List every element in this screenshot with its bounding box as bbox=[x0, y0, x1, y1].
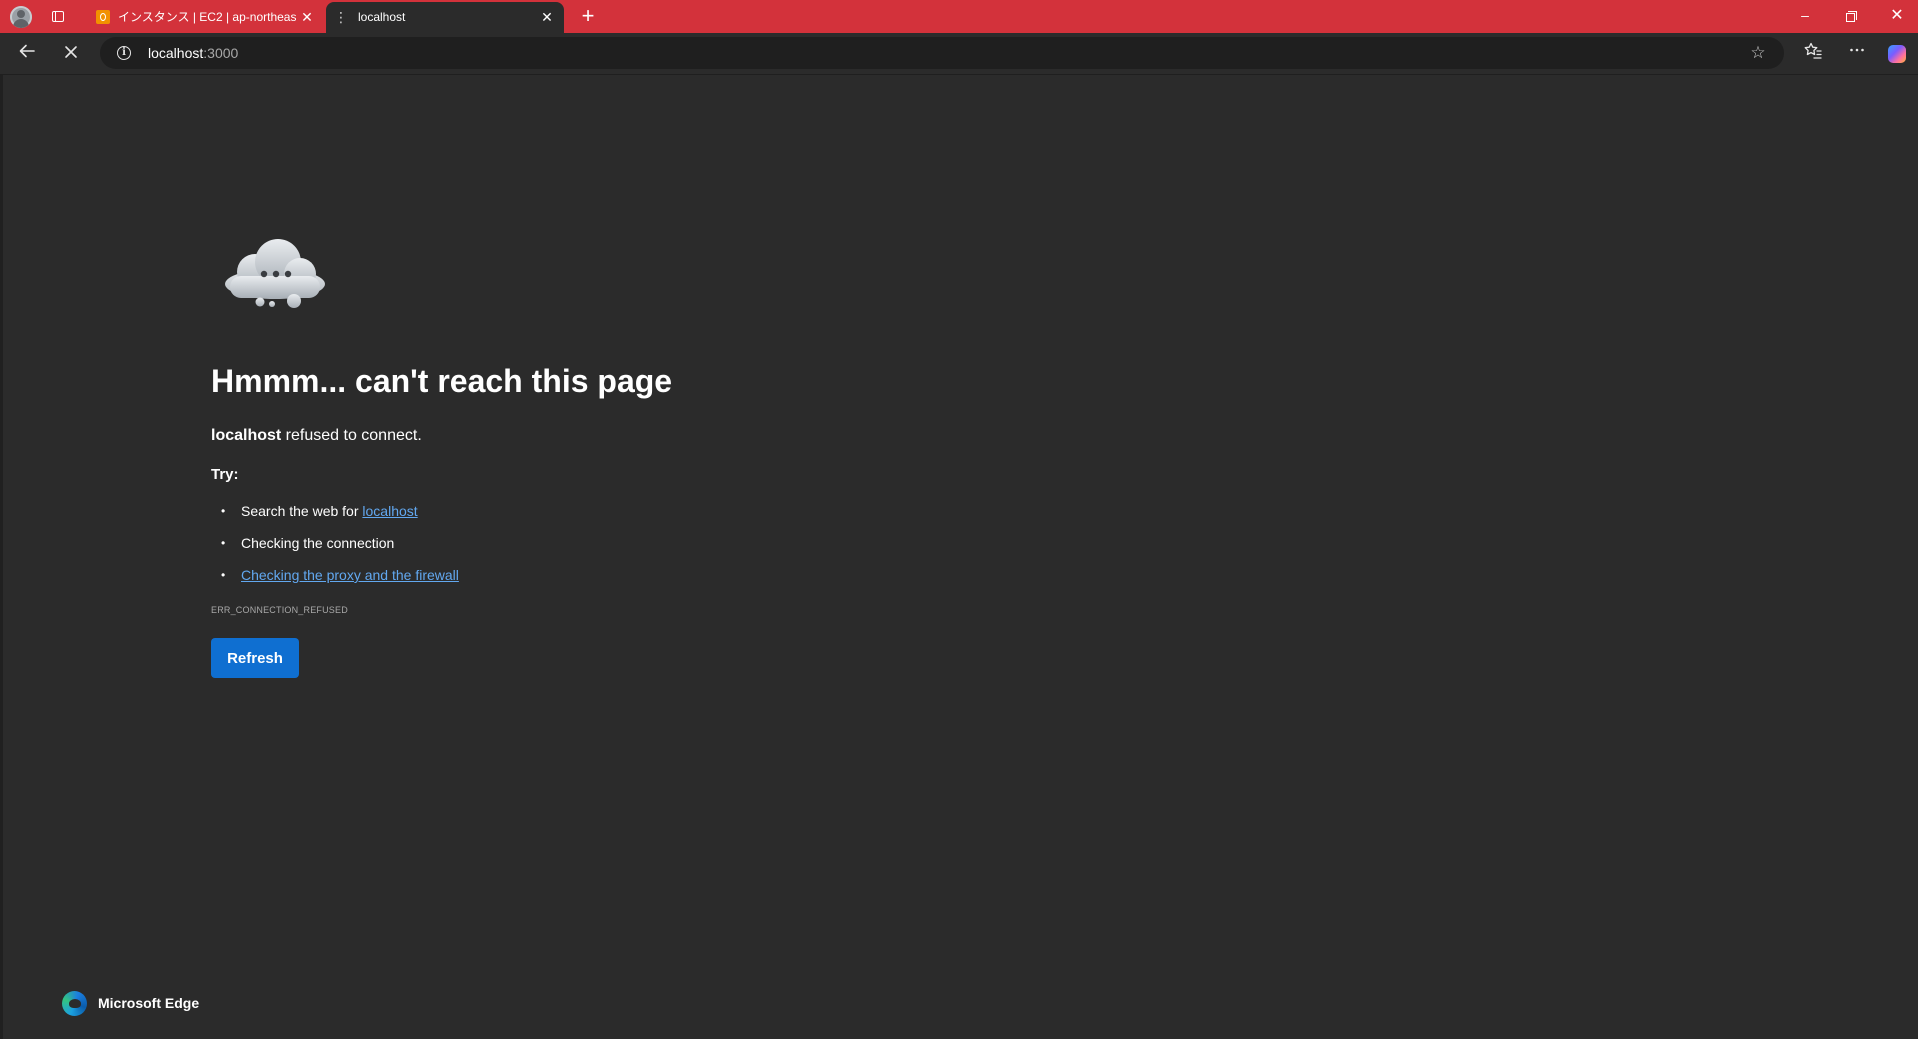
profile-body bbox=[13, 19, 29, 28]
restore-button[interactable] bbox=[1828, 0, 1874, 33]
suggestions-list: Search the web for localhost Checking th… bbox=[211, 495, 459, 591]
tab-actions-bar bbox=[52, 11, 56, 22]
more-options-icon bbox=[1850, 48, 1864, 52]
new-tab-button[interactable]: + bbox=[577, 5, 599, 27]
close-window-button[interactable]: ✕ bbox=[1874, 0, 1918, 33]
try-label: Try: bbox=[211, 466, 239, 483]
error-message-text: refused to connect. bbox=[281, 427, 422, 444]
suggestion-proxy-firewall: Checking the proxy and the firewall bbox=[211, 559, 459, 591]
tab-localhost[interactable]: ⋮ localhost ✕ bbox=[326, 2, 564, 33]
close-tab-icon[interactable]: ✕ bbox=[540, 2, 554, 33]
loading-dots-icon: ⋮ bbox=[334, 9, 348, 25]
error-message: localhost refused to connect. bbox=[211, 427, 422, 445]
error-code: ERR_CONNECTION_REFUSED bbox=[211, 605, 348, 615]
tab-strip: インスタンス | EC2 | ap-northeast-1 ✕ ⋮ localh… bbox=[0, 0, 1918, 33]
tab-actions-menu-icon[interactable] bbox=[48, 7, 68, 27]
edge-logo-icon bbox=[62, 991, 87, 1016]
error-headline: Hmmm... can't reach this page bbox=[211, 363, 673, 399]
profile-avatar-icon[interactable] bbox=[10, 6, 32, 28]
navigation-toolbar: i localhost:3000 ☆ bbox=[0, 33, 1918, 75]
favorites-button[interactable] bbox=[1800, 41, 1826, 67]
tab-ec2-instances[interactable]: インスタンス | EC2 | ap-northeast-1 ✕ bbox=[88, 2, 324, 33]
error-page: Hmmm... can't reach this page localhost … bbox=[0, 75, 1918, 1039]
stop-icon bbox=[65, 46, 77, 58]
settings-menu-button[interactable] bbox=[1844, 41, 1870, 67]
stop-loading-button[interactable] bbox=[58, 41, 84, 67]
url-text[interactable]: localhost:3000 bbox=[148, 37, 238, 69]
error-host: localhost bbox=[211, 427, 282, 444]
close-tab-icon[interactable]: ✕ bbox=[300, 2, 314, 33]
browser-window: インスタンス | EC2 | ap-northeast-1 ✕ ⋮ localh… bbox=[0, 0, 1918, 1039]
suggestion-check-connection: Checking the connection bbox=[211, 527, 459, 559]
copilot-icon bbox=[1888, 45, 1906, 63]
restore-icon bbox=[1846, 11, 1857, 23]
address-bar[interactable]: i localhost:3000 ☆ bbox=[100, 37, 1784, 69]
page-edge-divider bbox=[0, 75, 3, 1039]
brand-name: Microsoft Edge bbox=[98, 995, 200, 1011]
profile-head bbox=[17, 10, 25, 18]
check-connection-text: Checking the connection bbox=[241, 535, 395, 551]
suggestion-search-web: Search the web for localhost bbox=[211, 495, 459, 527]
back-button[interactable] bbox=[14, 41, 40, 67]
favorites-list-icon bbox=[1804, 42, 1822, 59]
copilot-button[interactable] bbox=[1884, 41, 1910, 67]
aws-favicon-icon bbox=[96, 10, 110, 24]
site-info-icon[interactable]: i bbox=[117, 46, 131, 60]
minimize-button[interactable]: – bbox=[1782, 0, 1828, 33]
search-localhost-link[interactable]: localhost bbox=[362, 503, 417, 519]
url-port: :3000 bbox=[203, 45, 239, 61]
proxy-firewall-link[interactable]: Checking the proxy and the firewall bbox=[241, 567, 459, 583]
add-favorite-star-icon[interactable]: ☆ bbox=[1746, 41, 1770, 65]
tab-title: localhost bbox=[358, 10, 406, 24]
cloud-thinking-icon bbox=[225, 239, 325, 308]
url-host: localhost bbox=[148, 45, 204, 61]
tab-title: インスタンス | EC2 | ap-northeast-1 bbox=[118, 10, 296, 24]
refresh-button[interactable]: Refresh bbox=[211, 638, 299, 678]
back-arrow-icon bbox=[19, 44, 35, 58]
search-suggestion-text: Search the web for bbox=[241, 503, 363, 519]
